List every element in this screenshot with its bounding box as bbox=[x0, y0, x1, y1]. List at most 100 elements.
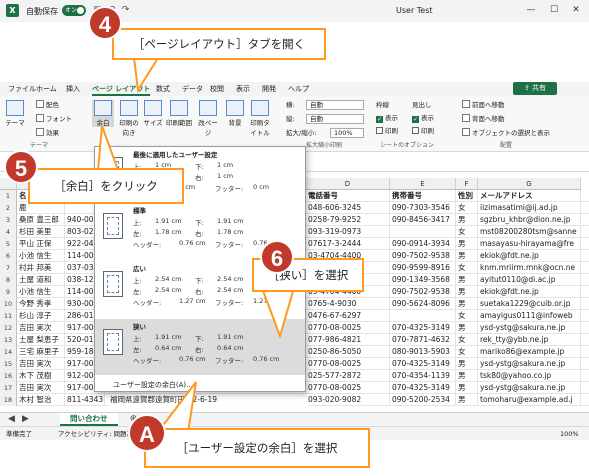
tab-data[interactable]: データ bbox=[182, 82, 203, 96]
row-number[interactable]: 4 bbox=[0, 226, 17, 238]
email-cell[interactable]: knm.mriirm.mnk@ocn.ne bbox=[478, 262, 581, 274]
fonts-button[interactable]: フォント bbox=[36, 114, 72, 124]
email-cell[interactable]: mariko86@example.jp bbox=[478, 346, 581, 358]
background-button[interactable]: 背景 bbox=[224, 100, 246, 127]
name-cell[interactable]: 吉田 実次 bbox=[17, 382, 65, 394]
scale-input[interactable]: 100% bbox=[330, 128, 364, 138]
phone-cell[interactable]: 093-319-0973 bbox=[306, 226, 390, 238]
email-cell[interactable]: ysd-ystg@sakura.ne.jp bbox=[478, 382, 581, 394]
header-cell-phone[interactable]: 電話番号 bbox=[306, 190, 390, 202]
email-cell[interactable]: ayitut0110@di.ac.jp bbox=[478, 274, 581, 286]
zoom-level[interactable]: 100% bbox=[560, 429, 579, 439]
phone-cell[interactable]: 093-020-9082 bbox=[306, 394, 390, 406]
email-cell[interactable]: ysd-ystg@sakura.ne.jp bbox=[478, 322, 581, 334]
themes-button[interactable]: テーマ bbox=[4, 100, 26, 127]
phone-cell[interactable]: 0250-86-5050 bbox=[306, 346, 390, 358]
colors-button[interactable]: 配色 bbox=[36, 100, 59, 110]
phone-cell[interactable]: 07617-3-2444 bbox=[306, 238, 390, 250]
mobile-cell[interactable]: 090-1349-3568 bbox=[390, 274, 456, 286]
mobile-cell[interactable]: 070-4325-3149 bbox=[390, 382, 456, 394]
height-select[interactable]: 自動 bbox=[306, 114, 364, 124]
name-cell[interactable]: 小池 信生 bbox=[17, 250, 65, 262]
name-cell[interactable]: 三宅 麻里子 bbox=[17, 346, 65, 358]
phone-cell[interactable]: 0258-79-9252 bbox=[306, 214, 390, 226]
header-cell-email[interactable]: メールアドレス bbox=[478, 190, 581, 202]
width-select[interactable]: 自動 bbox=[306, 100, 364, 110]
row-number[interactable]: 8 bbox=[0, 274, 17, 286]
name-cell[interactable]: 木村 智治 bbox=[17, 394, 65, 406]
name-cell[interactable]: 杉田 美里 bbox=[17, 226, 65, 238]
mobile-cell[interactable]: 080-9013-5903 bbox=[390, 346, 456, 358]
column-header-e[interactable]: E bbox=[390, 178, 456, 190]
name-cell[interactable]: 土屋 梨恵子 bbox=[17, 334, 65, 346]
postal-cell[interactable]: 811-4343 bbox=[65, 394, 105, 406]
tab-formulas[interactable]: 数式 bbox=[156, 82, 170, 96]
breaks-button[interactable]: 改ページ bbox=[196, 100, 220, 137]
phone-cell[interactable]: 0770-08-0025 bbox=[306, 358, 390, 370]
row-number[interactable]: 14 bbox=[0, 346, 17, 358]
column-header-f[interactable]: F bbox=[456, 178, 478, 190]
address-cell[interactable]: 福岡県遠賀郡遠賀町田園2-6-19 bbox=[108, 394, 308, 406]
margin-preset-3[interactable]: 狭い 上: 1.91 cm 下: 1.91 cm 左: 0.64 cm 右: 0.64 cm ヘッ… bbox=[95, 319, 305, 375]
tab-insert[interactable]: 挿入 bbox=[66, 82, 80, 96]
header-cell-gender[interactable]: 性別 bbox=[456, 190, 478, 202]
mobile-cell[interactable]: 070-4325-3149 bbox=[390, 322, 456, 334]
prev-sheet-icon[interactable]: ◀ bbox=[6, 414, 17, 425]
headings-view-checkbox[interactable]: ✓ 表示 bbox=[412, 113, 434, 123]
print-titles-button[interactable]: 印刷タイトル bbox=[248, 100, 272, 137]
row-number[interactable]: 11 bbox=[0, 310, 17, 322]
email-cell[interactable]: rek_tty@ybb.ne.jp bbox=[478, 334, 581, 346]
mobile-cell[interactable]: 070-4354-1139 bbox=[390, 370, 456, 382]
gridlines-print-checkbox[interactable]: 印刷 bbox=[376, 126, 398, 136]
phone-cell[interactable]: 0770-08-0025 bbox=[306, 322, 390, 334]
gender-cell[interactable]: 男 bbox=[456, 298, 478, 310]
column-header-g[interactable]: G bbox=[478, 178, 581, 190]
gender-cell[interactable]: 女 bbox=[456, 202, 478, 214]
share-button[interactable]: ⇪ 共有 bbox=[513, 82, 557, 95]
name-cell[interactable]: 小池 信生 bbox=[17, 286, 65, 298]
column-header-d[interactable]: D bbox=[306, 178, 390, 190]
minimize-icon[interactable]: — bbox=[522, 3, 540, 18]
mobile-cell[interactable]: 090-0914-3934 bbox=[390, 238, 456, 250]
tab-help[interactable]: ヘルプ bbox=[288, 82, 309, 96]
gender-cell[interactable]: 男 bbox=[456, 394, 478, 406]
name-cell[interactable]: 村井 邦美 bbox=[17, 262, 65, 274]
email-cell[interactable]: sgzbru_khbr@dion.ne.jp bbox=[478, 214, 581, 226]
redo-icon[interactable]: ↷ bbox=[120, 5, 131, 16]
gender-cell[interactable]: 女 bbox=[456, 346, 478, 358]
bring-forward-button[interactable]: 前面へ移動 bbox=[462, 100, 505, 110]
mobile-cell[interactable]: 090-5624-8096 bbox=[390, 298, 456, 310]
mobile-cell[interactable]: 090-7502-9538 bbox=[390, 250, 456, 262]
mobile-cell[interactable]: 090-7502-9538 bbox=[390, 286, 456, 298]
mobile-cell[interactable]: 090-8456-3417 bbox=[390, 214, 456, 226]
effects-button[interactable]: 効果 bbox=[36, 128, 59, 138]
row-number[interactable]: 17 bbox=[0, 382, 17, 394]
row-number[interactable]: 3 bbox=[0, 214, 17, 226]
phone-cell[interactable]: 0476-67-6297 bbox=[306, 310, 390, 322]
row-number[interactable]: 15 bbox=[0, 358, 17, 370]
row-number[interactable]: 9 bbox=[0, 286, 17, 298]
row-number[interactable]: 6 bbox=[0, 250, 17, 262]
autosave-toggle[interactable]: オン bbox=[62, 5, 86, 16]
headings-print-checkbox[interactable]: 印刷 bbox=[412, 126, 434, 136]
email-cell[interactable]: masayasu-hirayama@fre bbox=[478, 238, 581, 250]
tab-view[interactable]: 表示 bbox=[236, 82, 250, 96]
phone-cell[interactable]: 025-577-2872 bbox=[306, 370, 390, 382]
email-cell[interactable]: tomoharu@example.ad.j bbox=[478, 394, 581, 406]
user-name[interactable]: User Test bbox=[396, 6, 433, 15]
mobile-cell[interactable] bbox=[390, 310, 456, 322]
email-cell[interactable]: ysd-ystg@sakura.ne.jp bbox=[478, 358, 581, 370]
mobile-cell[interactable]: 090-9599-8916 bbox=[390, 262, 456, 274]
email-cell[interactable]: tsk80@yahoo.co.jp bbox=[478, 370, 581, 382]
tab-home[interactable]: ホーム bbox=[36, 82, 57, 96]
selection-pane-button[interactable]: オブジェクトの選択と表示 bbox=[462, 128, 550, 138]
row-number[interactable]: 13 bbox=[0, 334, 17, 346]
margins-button[interactable]: 余白 bbox=[92, 100, 114, 127]
row-number[interactable]: 2 bbox=[0, 202, 17, 214]
gender-cell[interactable]: 男 bbox=[456, 370, 478, 382]
tab-page-layout[interactable]: ページ レイアウト bbox=[92, 82, 151, 96]
size-button[interactable]: サイズ bbox=[142, 100, 164, 127]
name-cell[interactable]: 杉山 淳子 bbox=[17, 310, 65, 322]
gender-cell[interactable]: 女 bbox=[456, 310, 478, 322]
name-cell[interactable]: 平山 正保 bbox=[17, 238, 65, 250]
